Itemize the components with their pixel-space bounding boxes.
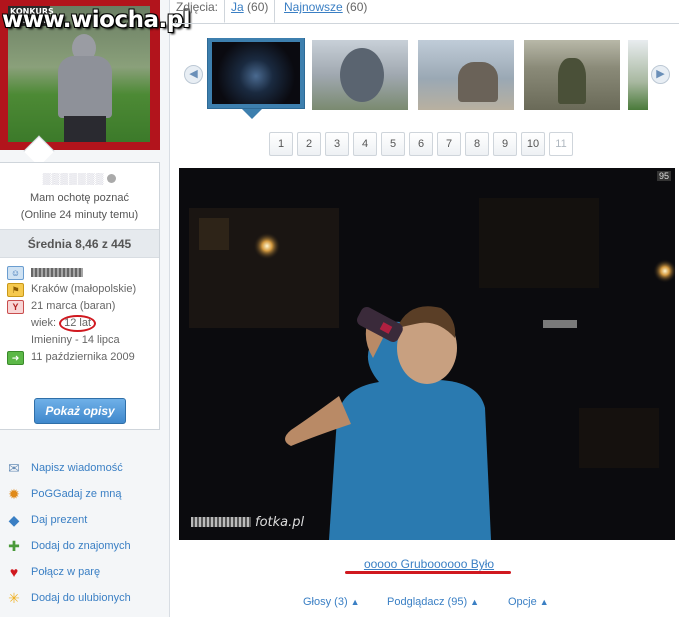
action-send-message[interactable]: ✉ Napisz wiadomość bbox=[0, 455, 170, 481]
gift-icon: ◆ bbox=[8, 512, 20, 528]
person-figure bbox=[54, 34, 116, 142]
want-to-meet: Mam ochotę poznać bbox=[29, 192, 130, 204]
thumbnail-selected[interactable] bbox=[208, 38, 304, 108]
options-link[interactable]: Opcje ▲ bbox=[508, 596, 549, 608]
tab-najnowsze[interactable]: Najnowsze (60) bbox=[278, 0, 373, 23]
page-button[interactable]: 2 bbox=[297, 132, 321, 156]
triangle-up-icon: ▲ bbox=[539, 597, 549, 607]
profile-actions: ✉ Napisz wiadomość ✹ PoGGadaj ze mną ◆ D… bbox=[0, 455, 170, 611]
page-button[interactable]: 8 bbox=[465, 132, 489, 156]
joined-date: 11 października 2009 bbox=[31, 351, 135, 363]
online-dot-icon bbox=[107, 174, 117, 183]
heart-icon: ♥ bbox=[9, 564, 19, 580]
action-label: PoGGadaj ze mną bbox=[31, 488, 122, 500]
triangle-up-icon: ▲ bbox=[350, 597, 360, 607]
info-row-nameday: Imieniny - 14 lipca bbox=[0, 332, 159, 349]
envelope-icon: ✉ bbox=[8, 460, 20, 476]
photo-caption: ooooo Gruboooooo Było bbox=[363, 557, 495, 571]
thumbnail[interactable] bbox=[524, 40, 620, 110]
info-row-joined: ➜ 11 października 2009 bbox=[0, 349, 159, 366]
location-text: Kraków (małopolskie) bbox=[31, 283, 137, 295]
action-label: Dodaj do ulubionych bbox=[31, 592, 131, 604]
show-descriptions-button[interactable]: Pokaż opisy bbox=[34, 398, 126, 424]
selected-thumb-pointer bbox=[242, 109, 262, 119]
blurred-username bbox=[191, 517, 251, 527]
sun-icon: ✹ bbox=[8, 486, 20, 502]
thumbs-prev-button[interactable]: ◀ bbox=[184, 65, 203, 84]
birthday-text: 21 marca (baran) bbox=[31, 300, 116, 312]
action-chat[interactable]: ✹ PoGGadaj ze mną bbox=[0, 481, 170, 507]
photo-number-badge: 95 bbox=[656, 171, 671, 181]
action-label: Połącz w parę bbox=[31, 566, 101, 578]
info-row-name: ☺ bbox=[0, 264, 159, 281]
tab-name: Ja bbox=[231, 0, 244, 14]
tab-ja[interactable]: Ja (60) bbox=[224, 0, 276, 23]
thumbnail-strip bbox=[206, 38, 648, 118]
watchers-link[interactable]: Podglądacz (95) ▲ bbox=[387, 596, 479, 608]
info-row-age: wiek: 12 lat bbox=[0, 315, 159, 332]
tab-name: Najnowsze bbox=[284, 0, 343, 14]
thumbnail[interactable] bbox=[418, 40, 514, 110]
arrow-right-icon: ➜ bbox=[7, 351, 24, 365]
flag-icon: ⚑ bbox=[7, 283, 24, 297]
page-button[interactable]: 4 bbox=[353, 132, 377, 156]
credit-text: fotka.pl bbox=[255, 515, 305, 530]
add-friend-icon: ✚ bbox=[8, 538, 20, 554]
triangle-up-icon: ▲ bbox=[470, 597, 480, 607]
thumbnail[interactable] bbox=[312, 40, 408, 110]
cocktail-icon: Y bbox=[7, 300, 24, 314]
blurred-real-name bbox=[31, 267, 83, 277]
action-give-gift[interactable]: ◆ Daj prezent bbox=[0, 507, 170, 533]
thumbs-next-button[interactable]: ▶ bbox=[651, 65, 670, 84]
action-add-favourite[interactable]: ✳ Dodaj do ulubionych bbox=[0, 585, 170, 611]
action-pair[interactable]: ♥ Połącz w parę bbox=[0, 559, 170, 585]
link-label: Podglądacz (95) bbox=[387, 596, 468, 608]
age-value: 12 lat bbox=[59, 315, 97, 332]
action-label: Napisz wiadomość bbox=[31, 462, 123, 474]
nickname: ▒▒▒▒▒▒▒ bbox=[0, 173, 159, 185]
page-button[interactable]: 7 bbox=[437, 132, 461, 156]
star-icon: ✳ bbox=[8, 590, 20, 606]
page-button[interactable]: 10 bbox=[521, 132, 545, 156]
night-scene bbox=[179, 168, 675, 540]
info-row-location: ⚑ Kraków (małopolskie) bbox=[0, 281, 159, 298]
photo-tabs: Zdjęcia: Ja (60) Najnowsze (60) bbox=[172, 0, 679, 24]
red-underline-annotation bbox=[345, 571, 511, 574]
photo-credit: fotka.pl bbox=[191, 515, 304, 530]
action-label: Daj prezent bbox=[31, 514, 88, 526]
profile-info-card: ▒▒▒▒▒▒▒ Mam ochotę poznać (Online 24 min… bbox=[0, 162, 160, 430]
name-day-text: Imieniny - 14 lipca bbox=[31, 334, 120, 346]
main-photo[interactable]: 95 fotka.pl bbox=[179, 168, 675, 540]
rating-average: Średnia 8,46 z 445 bbox=[0, 229, 159, 258]
link-label: Opcje bbox=[508, 596, 537, 608]
votes-link[interactable]: Głosy (3) ▲ bbox=[303, 596, 360, 608]
tab-count: (60) bbox=[247, 0, 269, 14]
info-row-birthday: Y 21 marca (baran) bbox=[0, 298, 159, 315]
online-status: (Online 24 minuty temu) bbox=[20, 209, 139, 221]
page-button[interactable]: 5 bbox=[381, 132, 405, 156]
page-button[interactable]: 1 bbox=[269, 132, 293, 156]
profile-sidebar: KONKURS TOSHIBA ▒▒▒▒▒▒▒ Mam ochotę pozna… bbox=[0, 0, 170, 617]
user-icon: ☺ bbox=[7, 266, 24, 280]
site-watermark: www.wiocha.pl bbox=[2, 7, 191, 33]
page-button[interactable]: 9 bbox=[493, 132, 517, 156]
page-button[interactable]: 3 bbox=[325, 132, 349, 156]
thumbnail[interactable] bbox=[628, 40, 648, 110]
action-label: Dodaj do znajomych bbox=[31, 540, 131, 552]
link-label: Głosy (3) bbox=[303, 596, 348, 608]
page-button-current: 11 bbox=[549, 132, 573, 156]
action-add-friend[interactable]: ✚ Dodaj do znajomych bbox=[0, 533, 170, 559]
tab-count: (60) bbox=[346, 0, 368, 14]
tabs-label: Zdjęcia: bbox=[176, 0, 219, 14]
age-label: wiek: bbox=[31, 317, 60, 329]
page-button[interactable]: 6 bbox=[409, 132, 433, 156]
